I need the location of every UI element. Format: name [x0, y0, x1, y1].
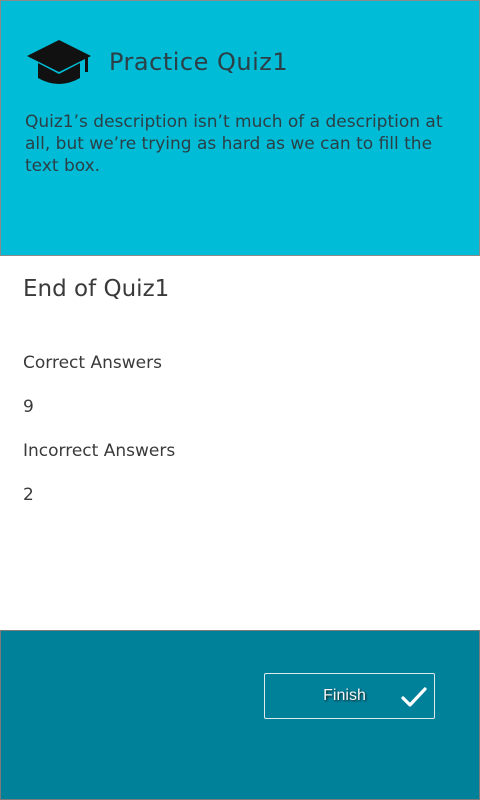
correct-answers-value: 9	[23, 397, 34, 417]
checkmark-icon	[399, 682, 429, 712]
quiz-description: Quiz1’s description isn’t much of a desc…	[25, 112, 443, 176]
finish-button-label: Finish	[323, 687, 366, 704]
finish-button[interactable]: Finish	[264, 673, 435, 719]
quiz-title: Practice Quiz1	[109, 48, 289, 76]
correct-answers-label: Correct Answers	[23, 353, 162, 373]
results-title: End of Quiz1	[23, 276, 170, 302]
incorrect-answers-label: Incorrect Answers	[23, 441, 176, 461]
results-panel: End of Quiz1 Correct Answers 9 Incorrect…	[0, 256, 480, 630]
graduation-cap-icon	[24, 34, 94, 94]
quiz-header: Practice Quiz1 Quiz1’s description isn’t…	[0, 0, 480, 256]
footer-bar: Finish	[0, 630, 480, 800]
incorrect-answers-value: 2	[23, 485, 34, 505]
